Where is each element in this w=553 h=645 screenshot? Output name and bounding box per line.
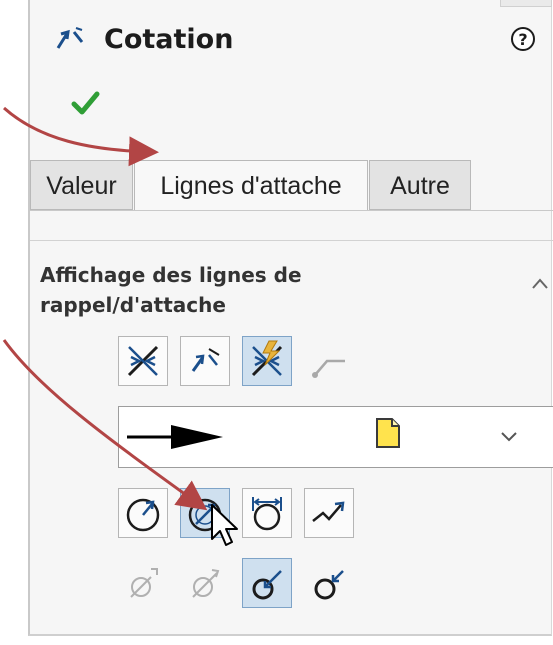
arrows-inside-button[interactable]: [118, 336, 168, 386]
tab-autre[interactable]: Autre: [369, 160, 471, 210]
panel-header: Cotation ?: [40, 20, 540, 60]
tab-valeur[interactable]: Valeur: [30, 160, 133, 210]
tab-lignes-attache[interactable]: Lignes d'attache: [134, 160, 368, 210]
arrows-outside-icon: [191, 348, 220, 372]
help-icon[interactable]: ?: [510, 26, 536, 52]
section-divider: [30, 240, 553, 241]
linear-diameter-icon: [252, 497, 282, 531]
solid-arrowhead-icon: [127, 425, 223, 449]
bent-leader-button[interactable]: [304, 336, 354, 386]
chevron-down-icon: [501, 432, 517, 442]
jogged-leader-icon: [312, 501, 345, 522]
jogged-leader-button[interactable]: [304, 488, 354, 538]
arrows-smart-button[interactable]: [242, 336, 292, 386]
svg-text:?: ?: [518, 30, 527, 49]
arrows-outside-button[interactable]: [180, 336, 230, 386]
bent-leader-icon: [312, 359, 345, 378]
diameter-leader-button[interactable]: [180, 488, 230, 538]
diameter-outside-icon: [314, 570, 344, 600]
document-icon: [376, 418, 400, 448]
arrows-inside-icon: [127, 345, 159, 377]
diameter-half-alt-icon: [192, 569, 220, 598]
diameter-leader-icon: [188, 498, 222, 532]
diameter-half-icon: [130, 568, 158, 598]
tab-bar: Valeur Lignes d'attache Autre: [30, 160, 553, 212]
diameter-inside-button[interactable]: [242, 558, 292, 608]
diameter-inside-icon: [252, 570, 282, 600]
chevron-up-icon[interactable]: [530, 276, 550, 292]
diameter-outside-button[interactable]: [304, 558, 354, 608]
panel-title: Cotation: [104, 24, 234, 55]
tab-divider: [30, 210, 553, 211]
property-manager-panel: Cotation ? Valeur Lignes d'attache Autre…: [28, 0, 553, 636]
diameter-half-button[interactable]: [118, 558, 168, 608]
section-title[interactable]: Affichage des lignes de rappel/d'attache: [40, 260, 420, 320]
diameter-half-alt-button[interactable]: [180, 558, 230, 608]
radius-leader-icon: [126, 498, 160, 532]
dimension-icon: [56, 27, 84, 49]
arrows-smart-icon: [251, 340, 283, 377]
radius-leader-button[interactable]: [118, 488, 168, 538]
window-edge: [500, 0, 552, 7]
checkmark-icon[interactable]: [70, 90, 100, 116]
arrow-style-dropdown[interactable]: [118, 406, 553, 468]
linear-diameter-button[interactable]: [242, 488, 292, 538]
